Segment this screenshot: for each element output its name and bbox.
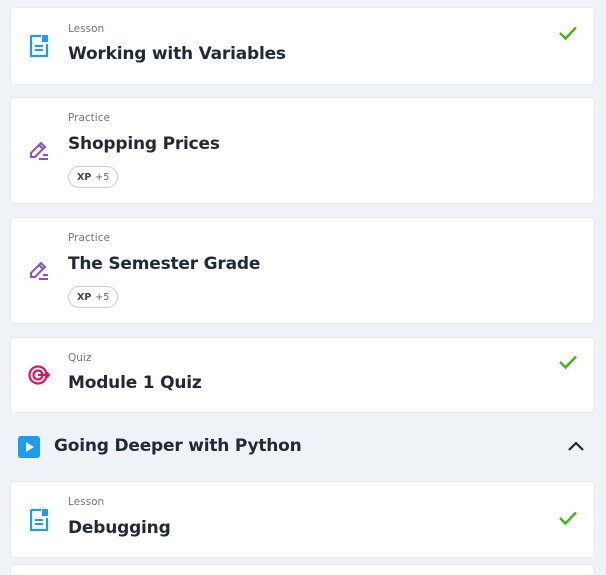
item-type-label: Lesson: [68, 496, 105, 508]
item-type-label: Practice: [68, 232, 110, 244]
practice-card-semester-grade[interactable]: Practice The Semester Grade XP +5: [11, 218, 594, 323]
xp-badge: XP +5: [68, 166, 119, 188]
item-title: Module 1 Quiz: [68, 373, 202, 393]
check-icon: [558, 510, 578, 530]
lesson-doc-icon: [28, 508, 50, 536]
xp-badge: XP +5: [68, 286, 119, 308]
item-title: Shopping Prices: [68, 134, 220, 154]
practice-pencil-icon: [28, 140, 50, 166]
lesson-doc-icon: [28, 34, 50, 62]
chevron-up-icon[interactable]: [567, 438, 585, 457]
xp-value: +5: [95, 171, 110, 183]
item-type-label: Lesson: [68, 23, 105, 35]
practice-pencil-icon: [28, 260, 50, 286]
xp-value: +5: [95, 291, 110, 303]
check-icon: [558, 354, 578, 374]
xp-label: XP: [77, 171, 92, 183]
section-title: Going Deeper with Python: [54, 436, 302, 456]
item-type-label: Practice: [68, 112, 110, 124]
xp-label: XP: [77, 291, 92, 303]
check-icon: [558, 25, 578, 45]
lesson-card-debugging[interactable]: Lesson Debugging: [11, 482, 594, 557]
item-title: Debugging: [68, 518, 171, 538]
item-title: Working with Variables: [68, 44, 286, 64]
practice-card-shopping-prices[interactable]: Practice Shopping Prices XP +5: [11, 98, 594, 203]
item-type-label: Quiz: [68, 352, 92, 364]
quiz-target-icon: [28, 364, 51, 390]
quiz-card-module-1[interactable]: Quiz Module 1 Quiz: [11, 338, 594, 412]
section-header-going-deeper[interactable]: Going Deeper with Python: [11, 432, 594, 462]
play-icon: [18, 436, 40, 462]
item-title: The Semester Grade: [68, 254, 261, 274]
lesson-card-working-with-variables[interactable]: Lesson Working with Variables: [11, 8, 594, 84]
